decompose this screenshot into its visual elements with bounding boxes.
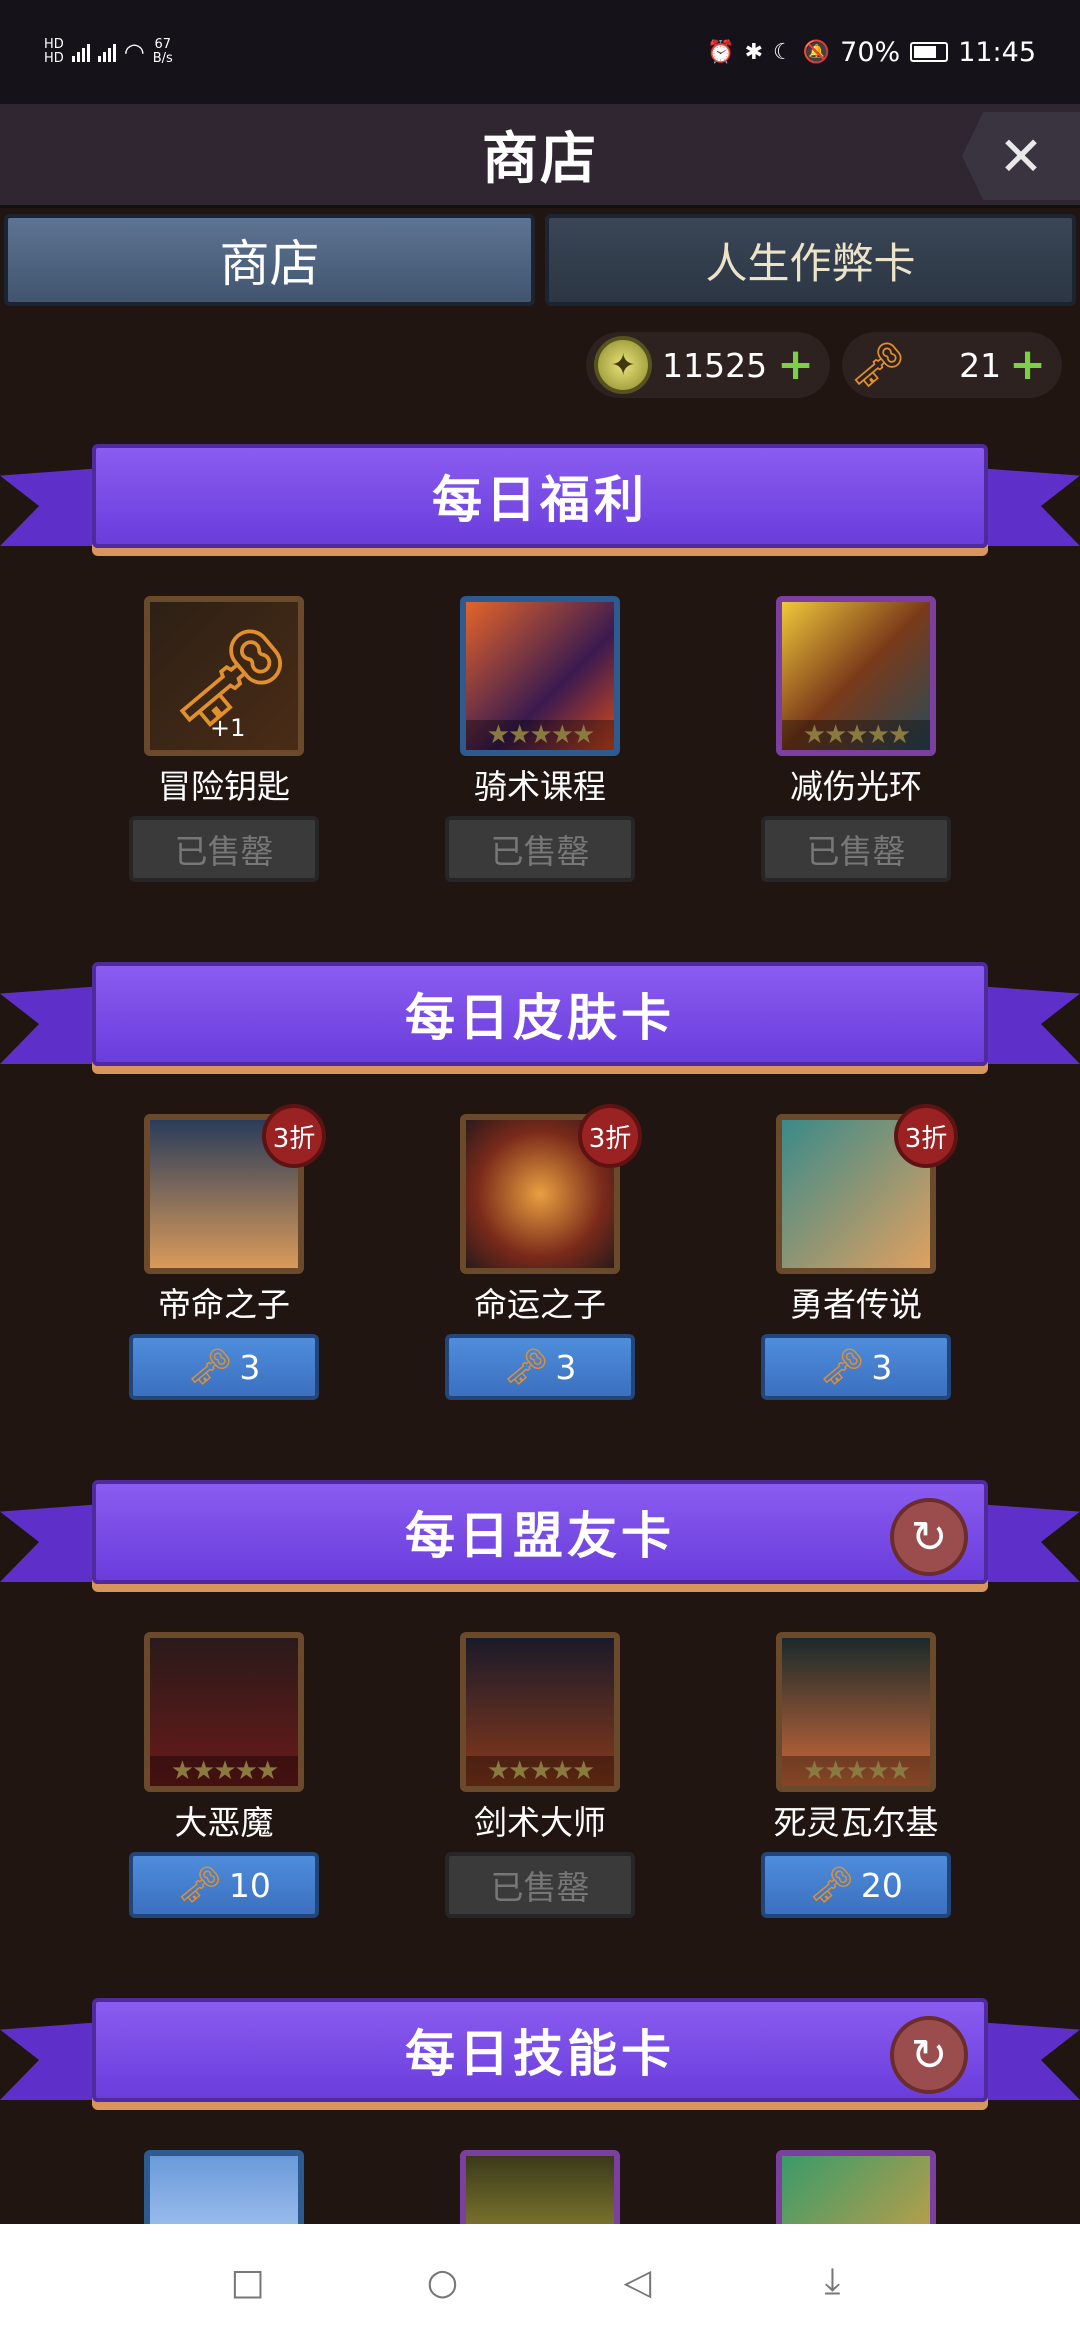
valkyrie-icon[interactable]: ★★★★★ bbox=[776, 1632, 936, 1792]
shop-item: ★★★★★ 死灵瓦尔基 🗝 20 bbox=[756, 1632, 956, 1918]
refresh-button[interactable]: ↻ bbox=[890, 1498, 968, 1576]
tab-bar: 商店 人生作弊卡 bbox=[4, 214, 1076, 306]
moon-icon: ☾ bbox=[773, 39, 793, 65]
stars: ★★★★★ bbox=[466, 1756, 614, 1786]
buy-button[interactable]: 🗝 3 bbox=[129, 1334, 319, 1400]
tab-shop[interactable]: 商店 bbox=[4, 214, 535, 306]
sold-out-button[interactable]: 已售罄 bbox=[445, 1852, 635, 1918]
gem-count: 11525 bbox=[662, 345, 768, 385]
key-icon: 🗝 bbox=[819, 1347, 866, 1388]
discount-badge: 3折 bbox=[262, 1104, 326, 1168]
back-icon[interactable]: ◁ bbox=[608, 2262, 668, 2303]
key-count: 21 bbox=[959, 345, 1002, 385]
notification-pull-icon[interactable]: ⤓ bbox=[803, 2261, 863, 2303]
demon-icon[interactable]: ★★★★★ bbox=[144, 1632, 304, 1792]
shop-item: ★★★★★ 剑术大师 已售罄 bbox=[440, 1632, 640, 1918]
damage-aura-icon[interactable]: ★★★★★ bbox=[776, 596, 936, 756]
key-icon: 🗝 bbox=[850, 340, 906, 391]
buy-button[interactable]: 🗝 3 bbox=[761, 1334, 951, 1400]
riding-lesson-icon[interactable]: ★★★★★ bbox=[460, 596, 620, 756]
shop-item: 3折 勇者传说 🗝 3 bbox=[756, 1104, 958, 1400]
key-icon: 🗝 bbox=[177, 1865, 223, 1906]
shop-item: 🗝 +1 冒险钥匙 已售罄 bbox=[124, 596, 324, 882]
tab-cheat-card[interactable]: 人生作弊卡 bbox=[545, 214, 1076, 306]
recent-apps-icon[interactable]: □ bbox=[218, 2262, 278, 2303]
bluetooth-icon: ✱ bbox=[744, 39, 764, 65]
stars: ★★★★★ bbox=[466, 720, 614, 750]
signal-icon bbox=[71, 42, 90, 62]
hd-icon: HD HD bbox=[44, 37, 64, 66]
sold-out-button[interactable]: 已售罄 bbox=[761, 816, 951, 882]
refresh-icon: ↻ bbox=[910, 2029, 948, 2081]
adventure-key-icon[interactable]: 🗝 +1 bbox=[144, 596, 304, 756]
key-icon: 🗝 bbox=[503, 1347, 550, 1388]
add-keys-button[interactable]: + bbox=[1009, 343, 1046, 387]
shop-item: ★★★★★ 减伤光环 已售罄 bbox=[756, 596, 956, 882]
stars: ★★★★★ bbox=[150, 1756, 298, 1786]
discount-badge: 3折 bbox=[578, 1104, 642, 1168]
battery-icon bbox=[910, 42, 949, 62]
section-title: 每日福利 bbox=[92, 444, 988, 548]
buy-button[interactable]: 🗝 3 bbox=[445, 1334, 635, 1400]
mute-icon: 🔕 bbox=[802, 39, 831, 65]
wifi-icon: ◠ bbox=[123, 38, 145, 66]
currency-bar: ✦ 11525 + 🗝 21 + bbox=[586, 332, 1062, 398]
section-header-daily-welfare: 每日福利 bbox=[0, 444, 1080, 584]
section-header-daily-skin: 每日皮肤卡 bbox=[0, 962, 1080, 1102]
home-icon[interactable]: ○ bbox=[413, 2262, 473, 2303]
network-rate: 67 B/s bbox=[152, 37, 173, 66]
page-title: 商店 bbox=[482, 127, 598, 192]
title-bar: 商店 ✕ bbox=[0, 104, 1080, 208]
swordmaster-icon[interactable]: ★★★★★ bbox=[460, 1632, 620, 1792]
close-icon: ✕ bbox=[998, 124, 1044, 188]
key-icon: 🗝 bbox=[809, 1865, 855, 1906]
signal-icon-2 bbox=[97, 42, 116, 62]
refresh-icon: ↻ bbox=[910, 1511, 948, 1563]
shop-item: ★★★★★ 大恶魔 🗝 10 bbox=[124, 1632, 324, 1918]
section-title: 每日皮肤卡 bbox=[92, 962, 988, 1066]
clock: 11:45 bbox=[958, 36, 1036, 68]
gem-icon: ✦ bbox=[594, 336, 653, 394]
sold-out-button[interactable]: 已售罄 bbox=[129, 816, 319, 882]
buy-button[interactable]: 🗝 10 bbox=[129, 1852, 319, 1918]
status-right: ⏰ ✱ ☾ 🔕 70% 11:45 bbox=[707, 37, 1036, 68]
section-title: 每日技能卡 bbox=[92, 1998, 988, 2102]
status-left: HD HD ◠ 67 B/s bbox=[44, 37, 173, 67]
section-header-daily-skill: 每日技能卡 ↻ bbox=[0, 1998, 1080, 2138]
close-button[interactable]: ✕ bbox=[962, 112, 1080, 200]
alarm-icon: ⏰ bbox=[707, 39, 735, 65]
gem-currency: ✦ 11525 + bbox=[586, 332, 830, 398]
sold-out-button[interactable]: 已售罄 bbox=[445, 816, 635, 882]
section-title: 每日盟友卡 bbox=[92, 1480, 988, 1584]
key-currency: 🗝 21 + bbox=[842, 332, 1062, 398]
section-header-daily-ally: 每日盟友卡 ↻ bbox=[0, 1480, 1080, 1620]
stars: ★★★★★ bbox=[782, 1756, 930, 1786]
discount-badge: 3折 bbox=[894, 1104, 958, 1168]
add-gems-button[interactable]: + bbox=[777, 343, 814, 387]
shop-item: 3折 命运之子 🗝 3 bbox=[440, 1104, 642, 1400]
stars: ★★★★★ bbox=[782, 720, 930, 750]
system-nav-bar: □ ○ ◁ ⤓ bbox=[0, 2224, 1080, 2340]
shop-item: ★★★★★ 骑术课程 已售罄 bbox=[440, 596, 640, 882]
key-icon: 🗝 bbox=[187, 1347, 234, 1388]
battery-percent: 70% bbox=[840, 36, 901, 68]
buy-button[interactable]: 🗝 20 bbox=[761, 1852, 951, 1918]
status-bar: HD HD ◠ 67 B/s ⏰ ✱ ☾ 🔕 70% 11:45 bbox=[0, 0, 1080, 104]
shop-item: 3折 帝命之子 🗝 3 bbox=[124, 1104, 326, 1400]
refresh-button[interactable]: ↻ bbox=[890, 2016, 968, 2094]
